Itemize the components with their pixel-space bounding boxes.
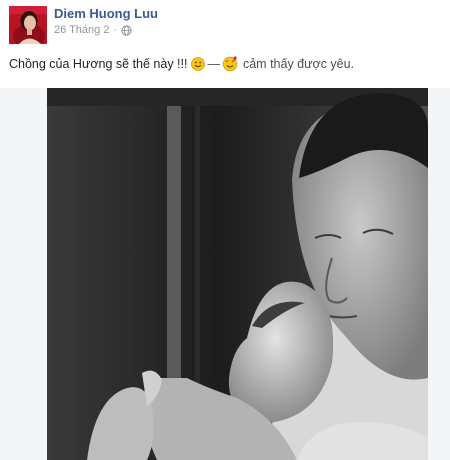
author-name[interactable]: Diem Huong Luu <box>54 6 158 21</box>
post-caption: Chồng của Hương sẽ thế này !!! — cảm thấ… <box>9 56 354 72</box>
separator-dot: · <box>113 24 118 36</box>
smiley-icon <box>191 57 206 71</box>
post-meta: 26 Tháng 2 · <box>54 24 132 36</box>
photo-frame <box>0 88 450 460</box>
caption-text: Chồng của Hương sẽ thế này !!! <box>9 57 188 71</box>
post-photo[interactable] <box>47 88 428 460</box>
in-love-icon <box>222 56 238 72</box>
post-date[interactable]: 26 Tháng 2 <box>54 24 109 36</box>
facebook-post: Diem Huong Luu 26 Tháng 2 · Chồng của Hư… <box>0 0 450 460</box>
feeling-separator: — <box>207 57 220 71</box>
globe-icon[interactable] <box>121 24 132 36</box>
feeling-text: cảm thấy được yêu. <box>242 57 355 71</box>
author-avatar[interactable] <box>9 6 47 44</box>
